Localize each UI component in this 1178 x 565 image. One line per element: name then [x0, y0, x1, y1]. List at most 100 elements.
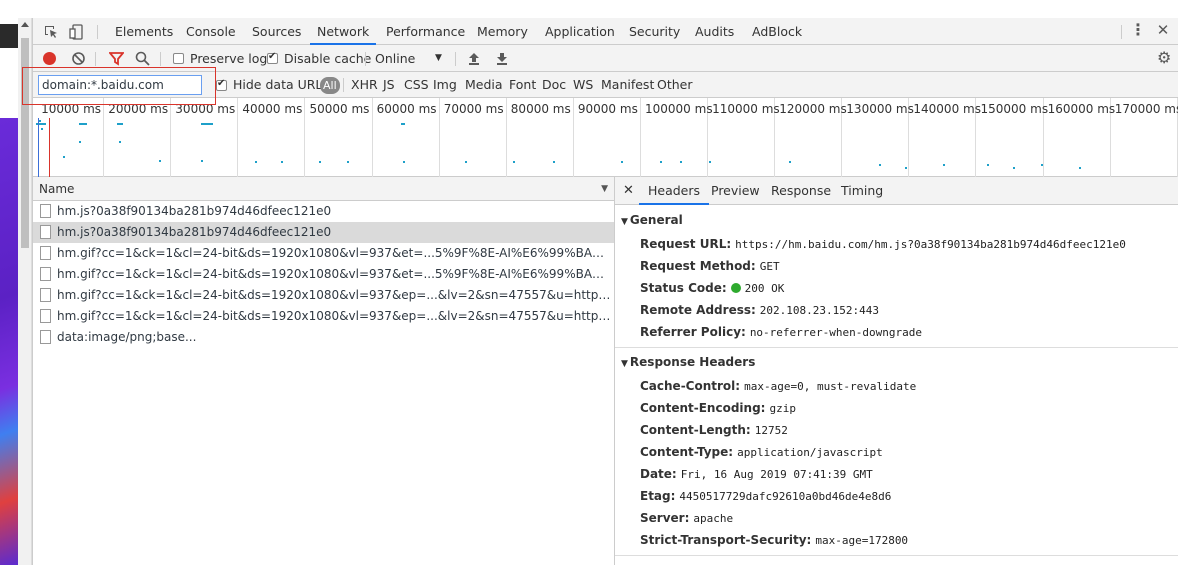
timeline-activity-dot: [403, 161, 405, 163]
timeline-tick-label: 50000 ms: [309, 102, 370, 116]
tab-sources[interactable]: Sources: [252, 18, 301, 45]
header-row: Cache-Control: max-age=0, must-revalidate: [640, 379, 917, 393]
timeline-activity-dot: [159, 160, 161, 162]
request-url-row: Request URL: https://hm.baidu.com/hm.js?0…: [640, 237, 1126, 251]
timeline-tick-label: 130000 ms: [846, 102, 914, 116]
record-icon[interactable]: [43, 52, 56, 65]
more-options-icon[interactable]: ⋮: [1130, 22, 1146, 38]
table-row-selected[interactable]: hm.js?0a38f90134ba281b974d46dfeec121e0: [33, 222, 614, 243]
table-row[interactable]: hm.js?0a38f90134ba281b974d46dfeec121e0: [33, 201, 614, 222]
timeline-tick-label: 170000 ms: [1114, 102, 1178, 116]
tab-timing[interactable]: Timing: [841, 177, 883, 205]
tab-security[interactable]: Security: [629, 18, 680, 45]
network-overview-timeline[interactable]: 10000 ms 20000 ms 30000 ms 40000 ms 50000 ms…: [33, 98, 1178, 177]
filter-type-doc[interactable]: Doc: [542, 72, 566, 98]
export-har-icon[interactable]: [495, 51, 509, 66]
chevron-down-icon[interactable]: ▼: [435, 45, 442, 72]
name-column-header[interactable]: Name: [39, 182, 74, 196]
close-devtools-icon[interactable]: ✕: [1155, 22, 1171, 38]
filter-type-media[interactable]: Media: [465, 72, 503, 98]
throttle-select[interactable]: Online: [375, 45, 415, 72]
scroll-up-icon[interactable]: [21, 22, 29, 27]
timeline-activity-dot: [1079, 167, 1081, 169]
tab-headers[interactable]: Headers: [639, 177, 710, 205]
timeline-tick-label: 10000 ms: [41, 102, 102, 116]
tab-performance[interactable]: Performance: [386, 18, 465, 45]
file-icon: [40, 267, 51, 281]
tab-adblock[interactable]: AdBlock: [752, 18, 802, 45]
filter-type-font[interactable]: Font: [509, 72, 536, 98]
page-scrollbar[interactable]: [18, 18, 32, 565]
timeline-activity-dot: [1041, 164, 1043, 166]
timeline-tick: [371, 98, 373, 177]
request-list-header[interactable]: Name ▼: [33, 177, 614, 201]
disable-cache-checkbox[interactable]: [267, 51, 278, 64]
tab-application[interactable]: Application: [545, 18, 615, 45]
timeline-tick-label: 60000 ms: [376, 102, 437, 116]
file-icon: [40, 309, 51, 323]
filter-input[interactable]: [38, 75, 202, 95]
gear-icon[interactable]: ⚙: [1157, 50, 1171, 66]
tab-response[interactable]: Response: [771, 177, 831, 205]
timeline-activity-bar: [201, 123, 213, 125]
tab-audits[interactable]: Audits: [695, 18, 734, 45]
timeline-tick-label: 20000 ms: [108, 102, 169, 116]
header-row: Etag: 4450517729dafc92610a0bd46de4e8d6: [640, 489, 892, 503]
timeline-tick: [103, 98, 105, 177]
table-row[interactable]: hm.gif?cc=1&ck=1&cl=24-bit&ds=1920x1080&…: [33, 285, 614, 306]
timeline-tick-label: 120000 ms: [779, 102, 847, 116]
timeline-activity-dot: [39, 120, 41, 122]
search-icon[interactable]: [135, 51, 150, 66]
tab-memory[interactable]: Memory: [477, 18, 528, 45]
tab-elements[interactable]: Elements: [115, 18, 173, 45]
timeline-activity-dot: [879, 164, 881, 166]
device-toolbar-icon[interactable]: [69, 24, 85, 40]
clear-icon[interactable]: [71, 51, 86, 66]
table-row[interactable]: hm.gif?cc=1&ck=1&cl=24-bit&ds=1920x1080&…: [33, 264, 614, 285]
divider: [615, 555, 1178, 556]
table-row[interactable]: hm.gif?cc=1&ck=1&cl=24-bit&ds=1920x1080&…: [33, 306, 614, 327]
tab-preview[interactable]: Preview: [711, 177, 760, 205]
filter-bar: Hide data URLs All XHR JS CSS Img Media …: [33, 72, 1178, 98]
response-headers-section-toggle[interactable]: ▼ Response Headers: [621, 355, 755, 369]
inspect-element-icon[interactable]: [43, 24, 59, 40]
timeline-tick: [304, 98, 306, 177]
disable-cache-label: Disable cache: [284, 51, 372, 66]
filter-type-manifest[interactable]: Manifest: [601, 72, 654, 98]
filter-type-xhr[interactable]: XHR: [351, 72, 378, 98]
timeline-activity-dot: [987, 164, 989, 166]
timeline-tick-label: 90000 ms: [577, 102, 638, 116]
timeline-activity-dot: [513, 161, 515, 163]
filter-icon[interactable]: [108, 51, 125, 66]
file-icon: [40, 330, 51, 344]
tab-console[interactable]: Console: [186, 18, 236, 45]
preserve-log-checkbox[interactable]: [173, 53, 184, 64]
timeline-activity-dot: [680, 161, 682, 163]
close-details-icon[interactable]: ✕: [623, 177, 634, 205]
filter-type-ws[interactable]: WS: [573, 72, 593, 98]
filter-type-all[interactable]: All: [320, 77, 340, 94]
load-event-marker: [49, 118, 50, 177]
filter-type-css[interactable]: CSS: [404, 72, 429, 98]
filter-type-js[interactable]: JS: [383, 72, 395, 98]
status-ok-icon: [730, 283, 741, 293]
header-row: Strict-Transport-Security: max-age=172800: [640, 533, 909, 547]
timeline-tick-label: 40000 ms: [242, 102, 303, 116]
hide-data-urls-checkbox[interactable]: [216, 78, 227, 91]
timeline-activity-bar: [117, 123, 123, 125]
sort-down-icon[interactable]: ▼: [601, 177, 608, 201]
filter-type-img[interactable]: Img: [433, 72, 457, 98]
scrollbar-thumb[interactable]: [21, 38, 29, 248]
header-row: Content-Type: application/javascript: [640, 445, 883, 459]
timeline-tick: [505, 98, 507, 177]
timeline-activity-dot: [119, 141, 121, 143]
timeline-activity-dot: [201, 160, 203, 162]
import-har-icon[interactable]: [467, 51, 481, 66]
triangle-down-icon: ▼: [621, 217, 628, 227]
filter-type-other[interactable]: Other: [657, 72, 693, 98]
table-row[interactable]: hm.gif?cc=1&ck=1&cl=24-bit&ds=1920x1080&…: [33, 243, 614, 264]
table-row[interactable]: data:image/png;base...: [33, 327, 614, 348]
header-row: Content-Encoding: gzip: [640, 401, 796, 415]
general-section-toggle[interactable]: ▼ General: [621, 213, 683, 227]
tab-network[interactable]: Network: [310, 18, 377, 45]
